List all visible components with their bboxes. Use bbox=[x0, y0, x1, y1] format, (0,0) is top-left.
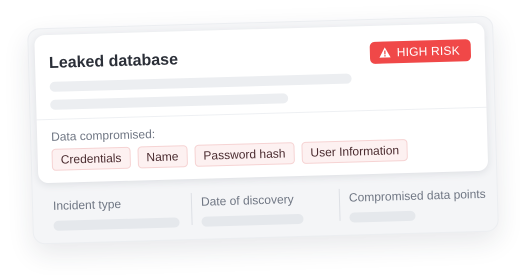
card-title: Leaked database bbox=[48, 51, 179, 72]
warning-icon bbox=[379, 47, 391, 58]
column-separator bbox=[190, 193, 193, 226]
description-placeholder-line bbox=[50, 93, 289, 110]
data-compromised-label: Data compromised: bbox=[50, 127, 156, 144]
tag-password-hash: Password hash bbox=[194, 142, 295, 167]
compromised-data-points-label: Compromised data points bbox=[348, 186, 486, 205]
scene: Leaked database HIGH RISK Data compromis… bbox=[0, 0, 520, 275]
incident-card: Leaked database HIGH RISK Data compromis… bbox=[27, 15, 499, 245]
incident-summary-panel: Leaked database HIGH RISK Data compromis… bbox=[34, 22, 489, 184]
incident-meta-row: Incident type Date of discovery Compromi… bbox=[39, 179, 490, 238]
risk-badge-label: HIGH RISK bbox=[396, 43, 461, 60]
compromised-data-tags: Credentials Name Password hash User Info… bbox=[51, 138, 409, 171]
divider bbox=[36, 106, 487, 121]
date-of-discovery-label: Date of discovery bbox=[200, 192, 294, 209]
tag-user-information: User Information bbox=[301, 138, 409, 164]
description-placeholder-line bbox=[49, 73, 352, 92]
date-of-discovery-column: Date of discovery bbox=[201, 183, 332, 233]
incident-type-label: Incident type bbox=[52, 196, 122, 213]
risk-badge: HIGH RISK bbox=[369, 39, 472, 64]
compromised-data-points-placeholder bbox=[349, 210, 416, 223]
tag-credentials: Credentials bbox=[51, 146, 131, 171]
date-of-discovery-placeholder bbox=[201, 213, 304, 227]
incident-type-placeholder bbox=[53, 217, 180, 231]
incident-type-column: Incident type bbox=[53, 187, 184, 237]
tag-name: Name bbox=[137, 145, 188, 169]
column-separator bbox=[338, 188, 341, 221]
compromised-data-points-column: Compromised data points bbox=[349, 179, 490, 229]
